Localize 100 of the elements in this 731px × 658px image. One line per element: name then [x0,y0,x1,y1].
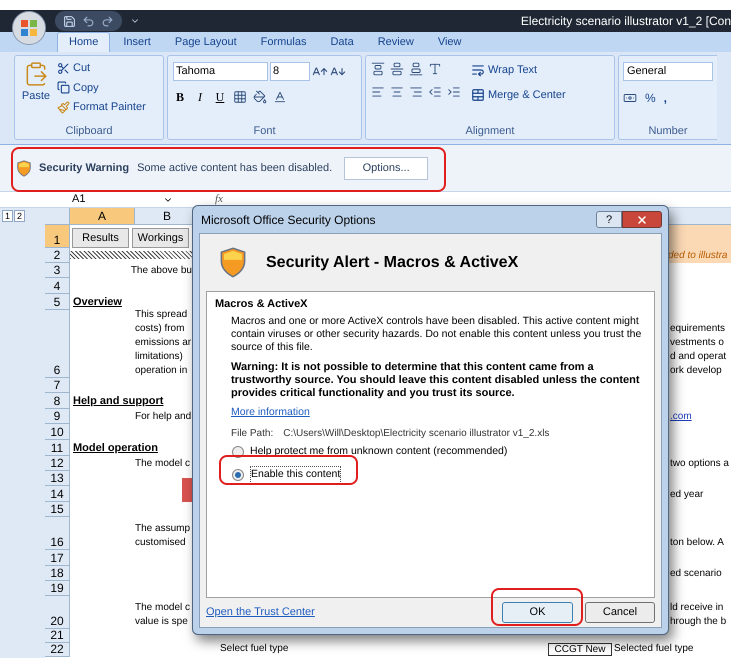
row-header[interactable]: 20 [45,596,70,629]
ok-button[interactable]: OK [502,602,573,623]
radio-label[interactable]: Enable this content [250,466,342,484]
row-header[interactable]: 14 [45,486,70,502]
increase-indent-icon[interactable] [447,85,461,99]
align-top-icon[interactable] [371,62,385,76]
row-header[interactable]: 8 [45,393,70,409]
row-header[interactable]: 16 [45,517,70,550]
row-header[interactable]: 19 [45,581,70,596]
trust-center-link[interactable]: Open the Trust Center [206,604,315,621]
description-text: Macros and one or more ActiveX controls have been disabled. This active content might contain viruses or other security hazards. Do not enable this content unless you trust the source of this file. [230,314,642,354]
row-header[interactable]: 11 [45,440,70,456]
bold-button[interactable]: B [173,88,187,106]
row-header[interactable]: 2 [45,248,70,263]
cell-text: The model c [134,457,190,471]
close-icon [636,214,648,226]
font-color-icon[interactable] [273,90,287,104]
font-name-field[interactable]: Tahoma [173,62,268,81]
font-size-field[interactable]: 8 [270,62,310,81]
cell-text: The model c value is spe [134,601,190,629]
align-middle-icon[interactable] [390,62,404,76]
number-format-field[interactable]: General [623,62,713,81]
cell-text: The above bu [130,264,192,278]
cut-button[interactable]: Cut [57,60,146,76]
copy-button[interactable]: Copy [57,80,146,96]
underline-button[interactable]: U [213,88,227,106]
scissors-icon [57,62,70,75]
wrap-text-button[interactable]: Wrap Text [471,62,566,78]
cell-note: ded to illustra [668,249,728,263]
row-header[interactable]: 13 [45,471,70,486]
highlight-mark [182,478,192,502]
align-center-icon[interactable] [390,85,404,99]
sheet-button[interactable]: Workings [132,228,189,248]
ribbon-tab[interactable]: Formulas [250,32,318,52]
cell-text: ed year [669,488,704,502]
align-right-icon[interactable] [409,85,423,99]
ribbon-tab[interactable]: Insert [112,32,162,52]
fill-color-icon[interactable] [253,90,267,104]
close-button[interactable] [622,211,662,228]
section-heading: Overview [72,294,122,310]
name-box[interactable]: A1 [12,191,177,208]
align-bottom-icon[interactable] [409,62,423,76]
outline-level-button[interactable]: 1 [2,210,13,222]
column-header[interactable]: A [70,208,135,224]
ribbon-tab[interactable]: Data [319,32,365,52]
shield-icon [220,247,246,278]
file-path: C:\Users\Will\Desktop\Electricity scenario illustrator v1_2.xls [283,427,550,442]
cancel-button[interactable]: Cancel [585,602,655,623]
help-button[interactable]: ? [596,211,622,228]
wrap-text-icon [471,63,485,78]
cell-text: ld receive in hrough the b [669,601,726,629]
email-link[interactable]: .com [668,409,692,424]
radio-button[interactable] [232,468,244,481]
radio-label[interactable]: Help protect me from unknown content (recommended) [250,444,508,460]
ribbon-tab[interactable]: Review [366,32,425,52]
row-header[interactable]: 5 [45,294,70,310]
decrease-indent-icon[interactable] [428,85,442,99]
row-header[interactable]: 10 [45,424,70,440]
row-header[interactable]: 4 [45,278,70,294]
undo-icon[interactable] [82,14,95,28]
merge-center-button[interactable]: Merge & Center [471,86,566,103]
cell-text: ton below. A [669,536,724,550]
group-label: Number [647,124,689,139]
row-header[interactable]: 3 [45,263,70,278]
ribbon-tab[interactable]: Home [57,32,110,52]
cell-text: For help and [134,410,192,424]
sheet-button[interactable]: Results [72,228,129,248]
comma-button[interactable]: , [664,89,668,107]
cell-text: Select fuel type [220,643,288,655]
outline-level-button[interactable]: 2 [14,210,25,222]
row-header[interactable]: 21 [45,629,70,643]
row-header[interactable]: 1 [45,225,70,248]
save-icon[interactable] [63,14,76,28]
row-header[interactable]: 22 [45,643,70,657]
function-button[interactable]: fx [215,191,223,208]
paste-button[interactable]: Paste [19,60,53,116]
office-logo-icon [20,19,38,37]
dialog-title: Microsoft Office Security Options [200,212,376,228]
percent-button[interactable]: % [645,89,656,107]
row-header[interactable]: 12 [45,456,70,471]
italic-button[interactable]: I [193,88,207,106]
row-header[interactable]: 15 [45,502,70,517]
more-information-link[interactable]: More information [215,404,310,420]
redo-icon[interactable] [101,14,114,28]
format-painter-button[interactable]: Format Painter [57,99,146,116]
align-left-icon[interactable] [371,85,385,99]
orientation-icon[interactable] [428,62,442,76]
row-header[interactable]: 18 [45,566,70,581]
ribbon-tab[interactable]: View [426,32,472,52]
options-button[interactable]: Options... [344,156,428,180]
ribbon-tab[interactable]: Page Layout [164,32,248,52]
row-header[interactable]: 7 [45,378,70,393]
row-header[interactable]: 9 [45,409,70,424]
currency-icon[interactable] [623,91,637,105]
row-header[interactable]: 17 [45,550,70,566]
warning-text: Warning: It is not possible to determine that this content came from a trustworthy source. You should leave this content disabled unless the content provides critical functionality and you trust its source. [230,360,640,400]
shield-icon [17,160,31,176]
borders-icon[interactable] [233,90,247,104]
row-header[interactable]: 6 [45,310,70,378]
group-label: Font [252,124,276,139]
